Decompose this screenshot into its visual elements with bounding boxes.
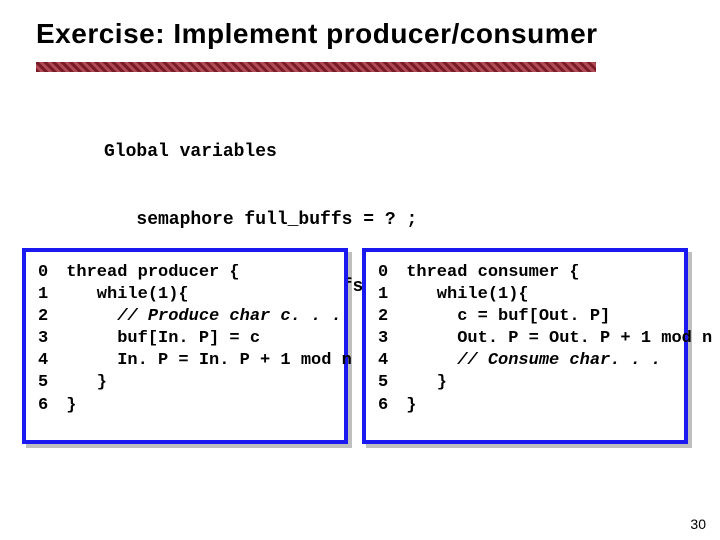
code-line: 6 }: [378, 395, 672, 417]
line-number: 2: [38, 306, 56, 328]
code-text: }: [396, 372, 447, 394]
line-number: 6: [38, 395, 56, 417]
line-number: 1: [378, 284, 396, 306]
code-text: Out. P = Out. P + 1 mod n: [396, 328, 712, 350]
line-number: 4: [38, 350, 56, 372]
code-text: In. P = In. P + 1 mod n: [56, 350, 352, 372]
line-number: 5: [38, 372, 56, 394]
producer-codebox: 0 thread producer {1 while(1){2 // Produ…: [22, 248, 348, 444]
page-number: 30: [690, 516, 706, 532]
line-number: 1: [38, 284, 56, 306]
producer-code: 0 thread producer {1 while(1){2 // Produ…: [38, 262, 332, 417]
title-underline: [36, 62, 596, 72]
code-text: }: [396, 395, 416, 417]
code-line: 5 }: [38, 372, 332, 394]
line-number: 5: [378, 372, 396, 394]
code-line: 6 }: [38, 395, 332, 417]
code-text: while(1){: [56, 284, 189, 306]
code-line: 2 // Produce char c. . .: [38, 306, 332, 328]
code-line: 4 In. P = In. P + 1 mod n: [38, 350, 332, 372]
code-line: 1 while(1){: [38, 284, 332, 306]
line-number: 3: [38, 328, 56, 350]
code-comment: // Produce char c. . .: [56, 306, 342, 328]
code-text: buf[In. P] = c: [56, 328, 260, 350]
code-text: while(1){: [396, 284, 529, 306]
line-number: 4: [378, 350, 396, 372]
code-line: 2 c = buf[Out. P]: [378, 306, 672, 328]
code-line: 0 thread producer {: [38, 262, 332, 284]
consumer-code: 0 thread consumer {1 while(1){2 c = buf[…: [378, 262, 672, 417]
line-number: 3: [378, 328, 396, 350]
line-number: 2: [378, 306, 396, 328]
code-text: }: [56, 372, 107, 394]
code-line: 4 // Consume char. . .: [378, 350, 672, 372]
code-comment: // Consume char. . .: [396, 350, 661, 372]
globals-header: Global variables: [104, 141, 428, 164]
code-text: c = buf[Out. P]: [396, 306, 610, 328]
line-number: 6: [378, 395, 396, 417]
code-text: thread producer {: [56, 262, 240, 284]
code-line: 0 thread consumer {: [378, 262, 672, 284]
globals-line: semaphore full_buffs = ? ;: [104, 209, 428, 232]
line-number: 0: [378, 262, 396, 284]
line-number: 0: [38, 262, 56, 284]
slide-title: Exercise: Implement producer/consumer: [36, 18, 598, 50]
consumer-codebox: 0 thread consumer {1 while(1){2 c = buf[…: [362, 248, 688, 444]
code-line: 3 buf[In. P] = c: [38, 328, 332, 350]
code-text: thread consumer {: [396, 262, 580, 284]
code-line: 3 Out. P = Out. P + 1 mod n: [378, 328, 672, 350]
code-text: }: [56, 395, 76, 417]
code-line: 5 }: [378, 372, 672, 394]
code-line: 1 while(1){: [378, 284, 672, 306]
